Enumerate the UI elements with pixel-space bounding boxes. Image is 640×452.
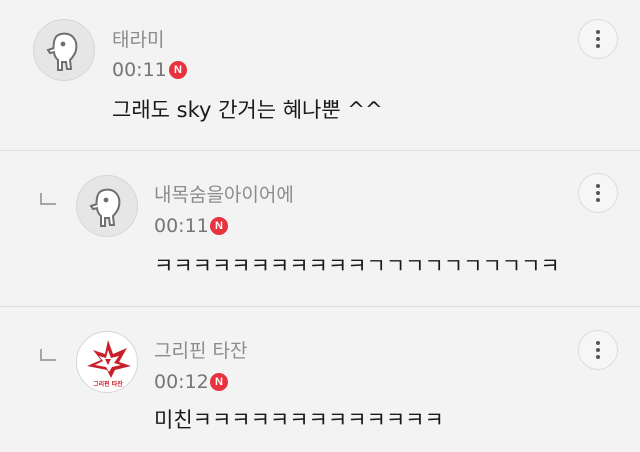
comment-text: 미친ㅋㅋㅋㅋㅋㅋㅋㅋㅋㅋㅋㅋㅋ [154, 408, 444, 432]
more-vertical-icon [596, 184, 600, 188]
avatar[interactable] [76, 175, 138, 237]
more-options-button[interactable] [578, 330, 618, 370]
more-vertical-icon-dot [596, 355, 600, 359]
reply-arrow-icon [40, 193, 56, 205]
more-vertical-icon-dot [596, 198, 600, 202]
new-badge-icon: N [169, 61, 187, 79]
more-vertical-icon-dot [596, 191, 600, 195]
more-vertical-icon-dot [596, 348, 600, 352]
new-badge-icon: N [210, 373, 228, 391]
avatar[interactable] [33, 19, 95, 81]
avatar[interactable]: 그리핀 타잔 [76, 331, 138, 393]
comment-text: ㅋㅋㅋㅋㅋㅋㅋㅋㅋㅋㅋㄱㄱㄱㄱㄱㄱㄱㄱㄱㅋ [154, 254, 560, 278]
reply-comment-item: 내목숨을아이어에 00:11 N ㅋㅋㅋㅋㅋㅋㅋㅋㅋㅋㅋㄱㄱㄱㄱㄱㄱㄱㄱㄱㅋ [0, 151, 640, 306]
reply-arrow-icon [40, 349, 56, 361]
avatar-caption: 그리핀 타잔 [93, 381, 123, 388]
character-avatar-icon [89, 188, 121, 227]
comment-timestamp: 00:11 [154, 215, 209, 237]
comment-username[interactable]: 태라미 [112, 28, 164, 52]
more-vertical-icon-dot [596, 44, 600, 48]
comment-username[interactable]: 내목숨을아이어에 [154, 183, 294, 207]
more-options-button[interactable] [578, 19, 618, 59]
comment-timestamp: 00:12 [154, 371, 209, 393]
more-vertical-icon [596, 341, 600, 345]
more-vertical-icon-dot [596, 37, 600, 41]
more-options-button[interactable] [578, 173, 618, 213]
comment-timestamp: 00:11 [112, 59, 167, 81]
more-vertical-icon [596, 30, 600, 34]
comment-text: 그래도 sky 간거는 혜나뿐 ^^ [112, 98, 383, 122]
comment-username[interactable]: 그리핀 타잔 [154, 339, 247, 363]
comment-item: 태라미 00:11 N 그래도 sky 간거는 혜나뿐 ^^ [0, 0, 640, 150]
reply-comment-item: 그리핀 타잔 그리핀 타잔 00:12 N 미친ㅋㅋㅋㅋㅋㅋㅋㅋㅋㅋㅋㅋㅋ [0, 307, 640, 452]
character-avatar-icon [46, 32, 78, 71]
new-badge-icon: N [210, 217, 228, 235]
